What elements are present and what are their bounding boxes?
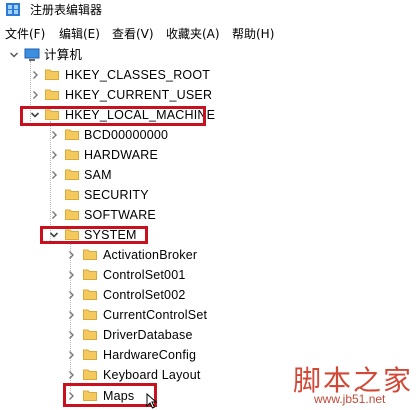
- folder-icon: [83, 248, 97, 260]
- chevron-right-icon[interactable]: [30, 90, 40, 100]
- tree-item-label: Keyboard Layout: [103, 368, 201, 382]
- highlight-box-hklm: [20, 106, 206, 126]
- menu-view[interactable]: 查看(V): [112, 23, 154, 45]
- tree-item-label: SOFTWARE: [84, 208, 156, 222]
- tree-item-activationbroker[interactable]: ActivationBroker: [0, 245, 240, 265]
- tree-item-label: HKEY_CURRENT_USER: [65, 88, 213, 102]
- folder-icon: [83, 328, 97, 340]
- tree-item-label: CurrentControlSet: [103, 308, 208, 322]
- folder-icon: [65, 128, 79, 140]
- tree-item-hkey-classes-root[interactable]: HKEY_CLASSES_ROOT: [0, 65, 220, 85]
- window-title: 注册表编辑器: [30, 3, 103, 17]
- chevron-right-icon[interactable]: [49, 170, 59, 180]
- tree-item-hardwareconfig[interactable]: HardwareConfig: [0, 345, 240, 365]
- tree-item-driverdatabase[interactable]: DriverDatabase: [0, 325, 240, 345]
- chevron-right-icon[interactable]: [49, 150, 59, 160]
- tree-item-label: SECURITY: [84, 188, 149, 202]
- chevron-right-icon[interactable]: [66, 270, 76, 280]
- tree-item-sam[interactable]: SAM: [0, 165, 220, 185]
- regedit-icon: [6, 3, 20, 16]
- menu-edit[interactable]: 编辑(E): [59, 23, 100, 45]
- tree-item-label: ControlSet002: [103, 288, 186, 302]
- tree-item-label: DriverDatabase: [103, 328, 193, 342]
- tree-item-bcd00000000[interactable]: BCD00000000: [0, 125, 220, 145]
- tree-item-hkey-current-user[interactable]: HKEY_CURRENT_USER: [0, 85, 220, 105]
- menu-bar: 文件(F) 编辑(E) 查看(V) 收藏夹(A) 帮助(H): [0, 23, 419, 45]
- tree-item-label: BCD00000000: [84, 128, 169, 142]
- menu-favorites[interactable]: 收藏夹(A): [166, 23, 220, 45]
- menu-help[interactable]: 帮助(H): [232, 23, 274, 45]
- chevron-right-icon[interactable]: [30, 70, 40, 80]
- tree-item-label: HKEY_CLASSES_ROOT: [65, 68, 211, 82]
- tree-item-computer[interactable]: 计算机: [0, 45, 200, 65]
- title-bar: 注册表编辑器: [0, 0, 419, 20]
- chevron-right-icon[interactable]: [66, 350, 76, 360]
- folder-icon: [83, 368, 97, 380]
- tree-item-controlset001[interactable]: ControlSet001: [0, 265, 240, 285]
- folder-icon: [65, 208, 79, 220]
- chevron-right-icon[interactable]: [66, 290, 76, 300]
- tree-item-label: 计算机: [44, 48, 83, 62]
- tree-item-label: HardwareConfig: [103, 348, 197, 362]
- tree-item-label: HARDWARE: [84, 148, 159, 162]
- chevron-right-icon[interactable]: [49, 210, 59, 220]
- folder-icon: [83, 308, 97, 320]
- highlight-box-system: [40, 226, 148, 244]
- folder-icon: [83, 288, 97, 300]
- tree-item-security[interactable]: SECURITY: [0, 185, 220, 205]
- chevron-right-icon[interactable]: [66, 310, 76, 320]
- tree-item-keyboard-layout[interactable]: Keyboard Layout: [0, 365, 240, 385]
- menu-file[interactable]: 文件(F): [5, 23, 45, 45]
- watermark-url: www.jb51.net: [314, 392, 386, 406]
- chevron-right-icon[interactable]: [66, 250, 76, 260]
- folder-icon: [83, 268, 97, 280]
- folder-icon: [45, 68, 59, 80]
- folder-icon: [65, 188, 79, 200]
- folder-icon: [65, 148, 79, 160]
- computer-icon: [24, 48, 40, 61]
- chevron-down-icon[interactable]: [9, 50, 19, 60]
- chevron-right-icon[interactable]: [49, 130, 59, 140]
- folder-icon: [45, 88, 59, 100]
- tree-item-hardware[interactable]: HARDWARE: [0, 145, 220, 165]
- folder-icon: [65, 168, 79, 180]
- highlight-box-maps: [63, 383, 157, 407]
- tree-item-label: SAM: [84, 168, 112, 182]
- tree-item-controlset002[interactable]: ControlSet002: [0, 285, 240, 305]
- chevron-right-icon[interactable]: [66, 330, 76, 340]
- folder-icon: [83, 348, 97, 360]
- chevron-right-icon[interactable]: [66, 370, 76, 380]
- tree-item-software[interactable]: SOFTWARE: [0, 205, 220, 225]
- tree-item-label: ActivationBroker: [103, 248, 198, 262]
- mouse-cursor-icon: [146, 393, 158, 409]
- tree-item-currentcontrolset[interactable]: CurrentControlSet: [0, 305, 240, 325]
- tree-item-label: ControlSet001: [103, 268, 186, 282]
